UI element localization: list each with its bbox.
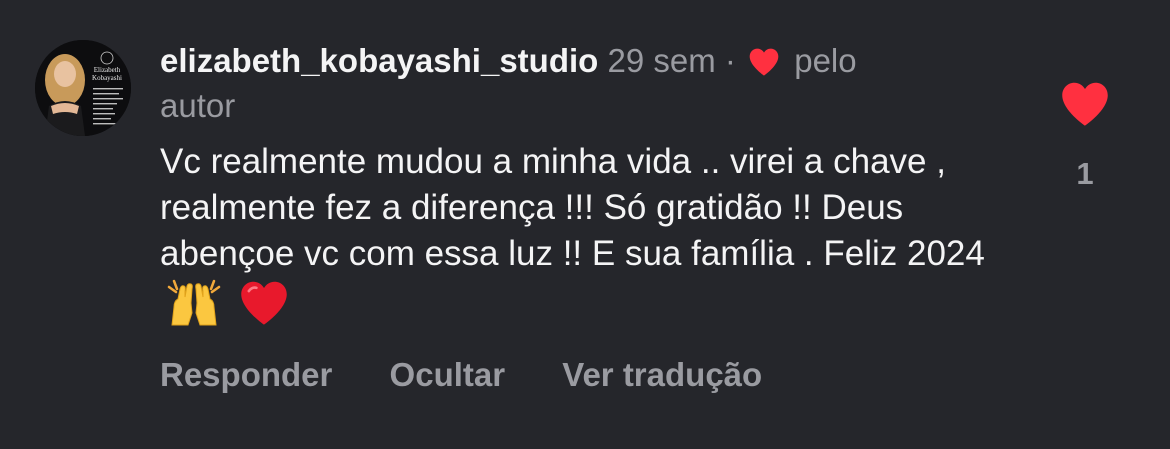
avatar[interactable]: Elizabeth Kobayashi <box>35 40 131 136</box>
comment-header: elizabeth_kobayashi_studio 29 sem · pelo… <box>160 38 980 128</box>
translate-button[interactable]: Ver tradução <box>562 356 762 393</box>
red-heart-emoji <box>240 281 287 325</box>
liked-by-author-prefix: pelo <box>794 42 857 79</box>
like-count: 1 <box>1076 156 1094 191</box>
raising-hands-emoji <box>167 279 221 326</box>
hide-button[interactable]: Ocultar <box>390 356 506 393</box>
heart-icon <box>749 48 779 76</box>
comment-text: Vc realmente mudou a minha vida .. virei… <box>160 142 985 273</box>
comment-body: Vc realmente mudou a minha vida .. virei… <box>160 139 1020 329</box>
like-button[interactable] <box>1059 80 1111 128</box>
liked-by-author-suffix: autor <box>160 87 236 124</box>
profile-avatar-image <box>35 40 131 136</box>
reply-button[interactable]: Responder <box>160 356 332 393</box>
avatar-logo-text: Elizabeth Kobayashi <box>92 66 122 82</box>
comment-actions: Responder Ocultar Ver tradução <box>160 352 810 397</box>
username-link[interactable]: elizabeth_kobayashi_studio <box>160 42 598 79</box>
comment-time: 29 sem <box>607 42 716 79</box>
comment: Elizabeth Kobayashi elizabeth_kobayashi_… <box>0 0 1170 449</box>
heart-icon <box>1062 82 1108 126</box>
meta-separator: · <box>724 42 736 79</box>
